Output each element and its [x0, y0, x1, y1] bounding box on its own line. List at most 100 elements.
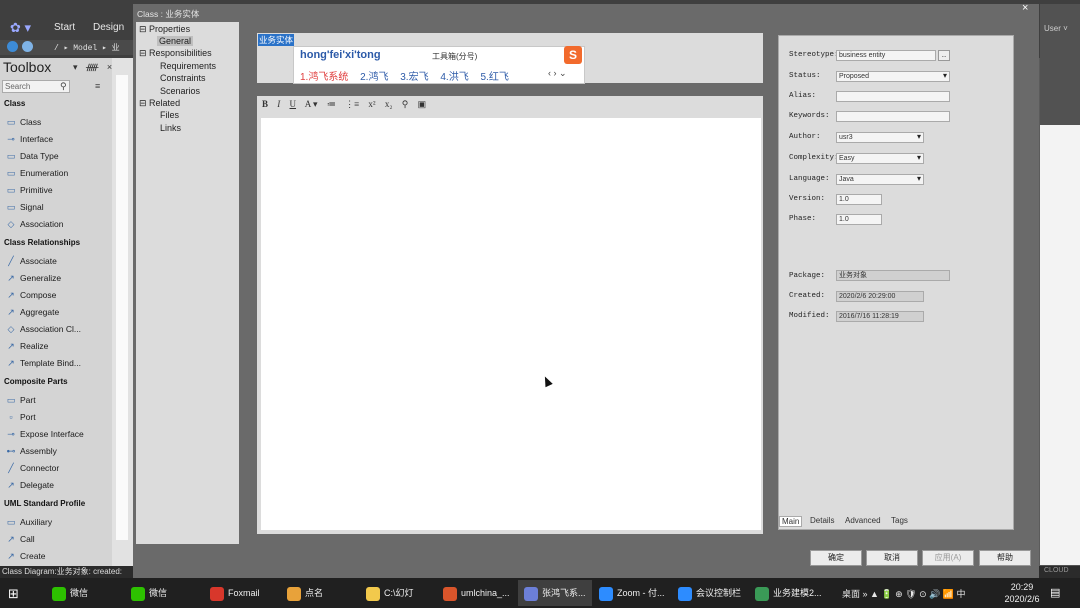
toolbox-item-part[interactable]: ▭ Part: [7, 395, 36, 405]
notification-icon[interactable]: ▤: [1050, 586, 1060, 599]
taskbar-item[interactable]: 微信: [52, 580, 88, 606]
system-tray[interactable]: 桌面 » ▲ 🔋 ⊕ 🛡 ⊙ 🔊 📶 中: [842, 587, 966, 600]
stereotype-field[interactable]: business entity: [836, 50, 936, 61]
ime-candidate[interactable]: 4.洪飞: [440, 72, 468, 83]
toolbox-item-aggregate[interactable]: ↗ Aggregate: [7, 307, 59, 317]
stereotype-browse-button[interactable]: ..: [938, 50, 950, 61]
toolbox-item-auxiliary[interactable]: ▭ Auxiliary: [7, 517, 52, 527]
alias-field[interactable]: [836, 91, 950, 102]
ok-button[interactable]: 确定: [810, 550, 862, 566]
ime-candidate[interactable]: 2.鸿飞: [360, 72, 388, 83]
tab-details[interactable]: Details: [810, 516, 834, 525]
taskbar-item[interactable]: C:\幻灯: [366, 580, 414, 606]
tree-node-scenarios[interactable]: Scenarios: [160, 86, 200, 96]
name-input[interactable]: 业务实体: [258, 34, 295, 46]
tree-node-related[interactable]: ⊟ Related: [139, 98, 180, 109]
author-select[interactable]: usr3: [836, 132, 924, 143]
toolbox-item-enumeration[interactable]: ▭ Enumeration: [7, 168, 68, 178]
keywords-field[interactable]: [836, 111, 950, 122]
search-icon[interactable]: ⚲: [60, 81, 67, 92]
toolbox-section-class[interactable]: Class: [4, 99, 25, 108]
ime-page-arrows[interactable]: ‹ › ⌄: [548, 68, 567, 79]
project-icon: [755, 586, 769, 601]
toolbox-item-create[interactable]: ↗ Create: [7, 551, 45, 561]
numbered-list-button[interactable]: ⋮≡: [345, 99, 359, 109]
toolbox-item-assembly[interactable]: ⊷ Assembly: [7, 446, 57, 456]
user-menu[interactable]: User ˅: [1044, 24, 1068, 33]
taskbar-item[interactable]: 微信: [131, 580, 167, 606]
menu-icon[interactable]: ≡: [95, 81, 100, 91]
cancel-button[interactable]: 取消: [866, 550, 918, 566]
help-button[interactable]: 帮助: [979, 550, 1031, 566]
toolbox-item-port[interactable]: ▫ Port: [9, 412, 35, 422]
toolbox-item-connector[interactable]: ╱ Connector: [8, 463, 59, 473]
toolbox-item-signal[interactable]: ▭ Signal: [7, 202, 44, 212]
toolbox-section-composite-parts[interactable]: Composite Parts: [4, 377, 68, 386]
menu-tab-start[interactable]: Start: [54, 22, 75, 33]
insert-image-icon[interactable]: ▣: [418, 99, 427, 109]
toolbox-item-class[interactable]: ▭ Class: [7, 117, 42, 127]
toolbox-item-delegate[interactable]: ↗ Delegate: [7, 480, 54, 490]
tree-node-responsibilities[interactable]: ⊟ Responsibilities: [139, 48, 212, 59]
toolbox-section-class-relationships[interactable]: Class Relationships: [4, 238, 80, 247]
tree-node-properties[interactable]: ⊟ Properties: [139, 24, 190, 35]
taskbar-item[interactable]: umlchina_...: [443, 580, 510, 606]
forward-icon[interactable]: [22, 41, 33, 52]
ime-candidate[interactable]: 3.宏飞: [400, 72, 428, 83]
tree-node-files[interactable]: Files: [160, 110, 179, 120]
toolbox-item-association[interactable]: ◇ Association: [8, 219, 64, 229]
clock[interactable]: 20:29 2020/2/6: [1000, 581, 1044, 605]
taskbar-item[interactable]: Zoom - 付...: [599, 580, 665, 606]
windows-start-icon[interactable]: ⊞: [8, 586, 19, 602]
insert-object-icon[interactable]: ⚲: [402, 99, 409, 109]
superscript-button[interactable]: x²: [368, 99, 375, 109]
toolbox-item-template-binding[interactable]: ↗ Template Bind...: [7, 358, 81, 368]
tree-node-requirements[interactable]: Requirements: [160, 61, 216, 71]
status-select[interactable]: Proposed: [836, 71, 950, 82]
toolbox-pin-icons[interactable]: ▾ ᚏ ×: [73, 62, 115, 73]
bold-button[interactable]: B: [262, 99, 268, 109]
toolbox-item-expose-interface[interactable]: ⊸ Expose Interface: [7, 429, 84, 439]
tree-node-links[interactable]: Links: [160, 123, 181, 133]
italic-button[interactable]: I: [277, 99, 280, 109]
subscript-button[interactable]: x₂: [385, 99, 393, 109]
tree-node-constraints[interactable]: Constraints: [160, 73, 206, 83]
bullet-list-button[interactable]: ≔: [327, 99, 336, 109]
menu-tab-design[interactable]: Design: [93, 22, 124, 33]
toolbox-item-call[interactable]: ↗ Call: [7, 534, 34, 544]
toolbox-item-association-class[interactable]: ◇ Association Cl...: [8, 324, 81, 334]
breadcrumb[interactable]: / ▸ Model ▸ 业: [54, 42, 120, 53]
ime-logo-icon[interactable]: S: [564, 46, 582, 64]
toolbox-item-primitive[interactable]: ▭ Primitive: [7, 185, 53, 195]
toolbox-item-data-type[interactable]: ▭ Data Type: [7, 151, 59, 161]
toolbox-item-associate[interactable]: ╱ Associate: [8, 256, 57, 266]
ime-candidate[interactable]: 5.红飞: [481, 72, 509, 83]
toolbox-item-interface[interactable]: ⊸ Interface: [7, 134, 53, 144]
notes-text-area[interactable]: [261, 118, 761, 530]
tab-main[interactable]: Main: [779, 516, 803, 527]
app-logo-icon[interactable]: ✿ ▾: [10, 20, 31, 36]
taskbar-item[interactable]: 点名: [287, 580, 323, 606]
back-icon[interactable]: [7, 41, 18, 52]
taskbar-item[interactable]: 业务建模2...: [755, 580, 822, 606]
taskbar-item-active[interactable]: 张鸿飞系...: [518, 580, 592, 606]
language-select[interactable]: Java: [836, 174, 924, 185]
toolbox-item-generalize[interactable]: ↗ Generalize: [7, 273, 61, 283]
apply-button[interactable]: 应用(A): [922, 550, 974, 566]
ime-candidate[interactable]: 1.鸿飞系统: [300, 72, 348, 83]
tab-advanced[interactable]: Advanced: [845, 516, 881, 525]
font-color-button[interactable]: A ▾: [305, 99, 318, 109]
close-icon[interactable]: ×: [1022, 2, 1028, 14]
taskbar-item[interactable]: 会议控制栏: [678, 580, 741, 606]
tree-node-general[interactable]: General: [157, 36, 194, 46]
toolbox-item-realize[interactable]: ↗ Realize: [7, 341, 48, 351]
toolbox-section-uml-standard-profile[interactable]: UML Standard Profile: [4, 499, 85, 508]
underline-button[interactable]: U: [290, 99, 297, 109]
taskbar-item[interactable]: Foxmail: [210, 580, 260, 606]
version-field[interactable]: 1.0: [836, 194, 882, 205]
tab-tags[interactable]: Tags: [891, 516, 908, 525]
complexity-select[interactable]: Easy: [836, 153, 924, 164]
powerpoint-icon: [443, 586, 457, 601]
phase-field[interactable]: 1.0: [836, 214, 882, 225]
toolbox-item-compose[interactable]: ↗ Compose: [7, 290, 56, 300]
